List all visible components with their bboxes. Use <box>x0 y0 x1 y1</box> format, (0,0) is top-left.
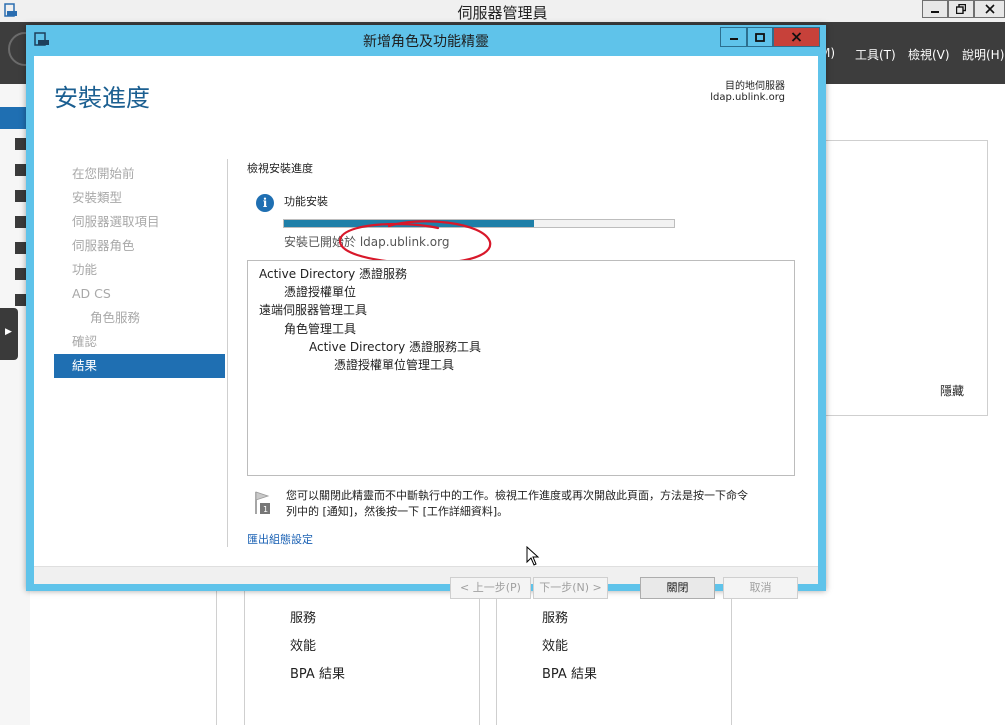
server-tile-2: 服務 效能 BPA 結果 <box>496 590 732 725</box>
tile-services[interactable]: 服務 <box>542 607 568 626</box>
close-icon <box>791 32 802 42</box>
export-configuration-link[interactable]: 匯出組態設定 <box>247 531 313 547</box>
sm-minimize-button[interactable] <box>922 0 948 18</box>
steps-divider <box>227 159 228 547</box>
destination-server-label: 目的地伺服器 <box>725 81 785 92</box>
add-roles-wizard-window: 新增角色及功能精靈 安裝進度 目的地伺服器 ldap.ublink.org 在您… <box>26 25 826 599</box>
maximize-icon <box>755 32 765 42</box>
wizard-step-9[interactable]: 結果 <box>54 354 225 378</box>
result-item: 角色管理工具 <box>284 321 357 336</box>
close-button[interactable]: 關閉 <box>640 577 715 599</box>
cancel-button[interactable]: 取消 <box>723 577 798 599</box>
wizard-step-8[interactable]: 確認 <box>54 330 225 354</box>
next-button[interactable]: 下一步(N) > <box>533 577 608 599</box>
tile-services[interactable]: 服務 <box>290 607 316 626</box>
info-icon: i <box>256 194 274 212</box>
destination-server-value: ldap.ublink.org <box>710 92 785 103</box>
wizard-client-area: 安裝進度 目的地伺服器 ldap.ublink.org 在您開始前 安裝類型 伺服器… <box>34 56 818 599</box>
restore-icon <box>956 4 966 14</box>
wizard-step-3[interactable]: 伺服器選取項目 <box>54 210 225 234</box>
view-progress-label: 檢視安裝進度 <box>247 162 313 175</box>
wizard-maximize-button[interactable] <box>747 27 773 47</box>
expand-arrow-icon: ▶ <box>5 327 12 337</box>
wizard-step-2[interactable]: 安裝類型 <box>54 186 225 210</box>
tile-performance[interactable]: 效能 <box>542 635 568 654</box>
menu-view[interactable]: 檢視(V) <box>908 46 950 63</box>
menu-tools[interactable]: 工具(T) <box>855 46 896 63</box>
svg-text:1: 1 <box>263 505 268 514</box>
close-wizard-note: 您可以關閉此精靈而不中斷執行中的工作。檢視工作進度或再次開啟此頁面，方法是按一下… <box>286 488 796 520</box>
previous-button[interactable]: < 上一步(P) <box>450 577 531 599</box>
result-item: Active Directory 憑證服務工具 <box>309 339 482 354</box>
tile-performance[interactable]: 效能 <box>290 635 316 654</box>
server-manager-titlebar: 伺服器管理員 <box>0 0 1005 22</box>
minimize-icon <box>729 38 738 40</box>
note-line-1: 您可以關閉此精靈而不中斷執行中的工作。檢視工作進度或再次開啟此頁面，方法是按一下… <box>286 489 748 502</box>
wizard-close-button[interactable] <box>773 27 820 47</box>
note-line-2: 列中的 [通知]，然後按一下 [工作詳細資料]。 <box>286 505 509 518</box>
result-item: 憑證授權單位 <box>284 285 357 300</box>
sm-close-button[interactable] <box>974 0 1005 18</box>
result-item: Active Directory 憑證服務 <box>259 267 408 281</box>
wizard-minimize-button[interactable] <box>720 27 747 47</box>
hide-link[interactable]: 隱藏 <box>940 382 964 399</box>
server-manager-title: 伺服器管理員 <box>457 4 548 22</box>
wizard-steps-nav: 在您開始前 安裝類型 伺服器選取項目 伺服器角色 功能 AD CS 角色服務 確認 結果 <box>54 162 225 378</box>
minimize-icon <box>931 11 939 13</box>
sm-restore-button[interactable] <box>948 0 974 18</box>
wizard-step-4[interactable]: 伺服器角色 <box>54 234 225 258</box>
feature-install-label: 功能安裝 <box>284 195 328 208</box>
tile-frame-line <box>216 590 217 725</box>
wizard-title: 新增角色及功能精靈 <box>363 34 489 50</box>
wizard-step-7[interactable]: 角色服務 <box>54 306 225 330</box>
menu-help[interactable]: 說明(H) <box>962 46 1004 63</box>
result-item: 憑證授權單位管理工具 <box>334 358 455 372</box>
wizard-step-1[interactable]: 在您開始前 <box>54 162 225 186</box>
mouse-cursor-icon <box>526 546 540 566</box>
tile-bpa-results[interactable]: BPA 結果 <box>290 663 345 682</box>
close-icon <box>984 4 995 14</box>
server-tile-1: 服務 效能 BPA 結果 <box>244 590 480 725</box>
result-item: 遠端伺服器管理工具 <box>259 303 368 318</box>
tile-bpa-results[interactable]: BPA 結果 <box>542 663 597 682</box>
flag-notification-icon: 1 <box>255 491 270 514</box>
wizard-step-6[interactable]: AD CS <box>54 282 225 306</box>
wizard-step-5[interactable]: 功能 <box>54 258 225 282</box>
install-results-list[interactable]: Active Directory 憑證服務憑證授權單位遠端伺服器管理工具角色管理… <box>247 260 795 476</box>
nav-expander[interactable]: ▶ <box>0 308 18 360</box>
page-title: 安裝進度 <box>54 84 150 112</box>
